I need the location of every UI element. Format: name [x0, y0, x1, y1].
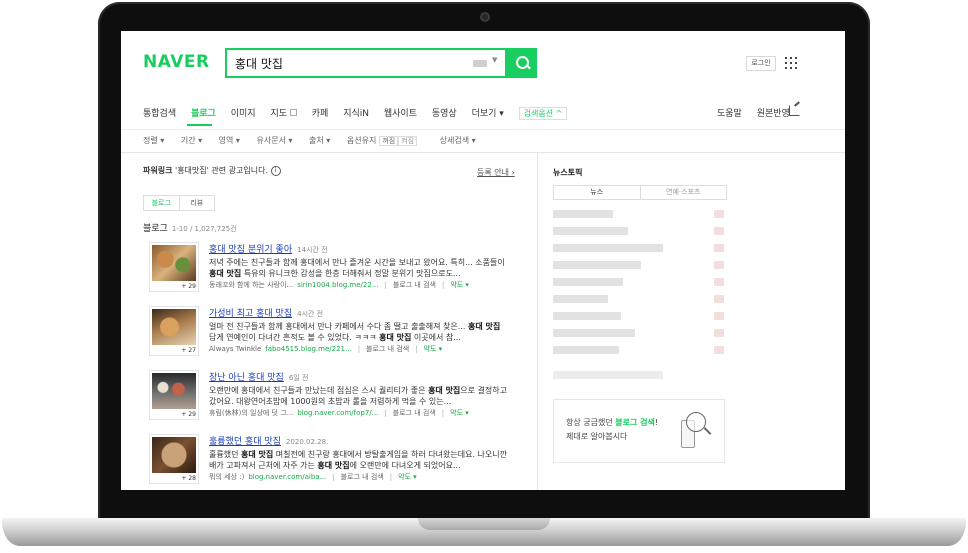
- tab-entertainment-sports[interactable]: 연예·스포츠: [641, 186, 727, 199]
- filter-similar[interactable]: 유사문서 ▾: [256, 136, 292, 145]
- filter-area[interactable]: 영역 ▾: [219, 136, 240, 145]
- result-meta: 뭐의 세상 :) blog.naver.com/aiba... | 블로그 내 검색 |…: [209, 473, 417, 481]
- tab-website[interactable]: 웹사이트: [384, 106, 417, 119]
- register-link[interactable]: 등록 안내 ›: [477, 167, 515, 178]
- search-options-toggle[interactable]: 검색옵션 ^: [518, 107, 568, 120]
- filter-detail[interactable]: 상세검색 ▾: [440, 136, 476, 145]
- tab-news[interactable]: 뉴스: [554, 186, 641, 199]
- tab-image[interactable]: 이미지: [231, 106, 256, 119]
- original-link[interactable]: 원본반영: [757, 109, 790, 119]
- map-checkbox-icon: [289, 109, 297, 116]
- map-link[interactable]: 약도 ▾: [450, 281, 469, 289]
- login-button[interactable]: 로그인: [746, 56, 776, 71]
- result-snippet: 훌륭했던 홍대 맛집 며칠전에 친구랑 홍대에서 방탈출게임을 하러 다녀왔는데…: [209, 450, 507, 470]
- magnifier-icon: [686, 412, 706, 432]
- filter-keep-option: 옵션유지: [346, 136, 377, 145]
- blurred-news-item[interactable]: [553, 329, 635, 337]
- option-on-chip[interactable]: 켜짐: [398, 136, 418, 146]
- apps-grid-icon[interactable]: [785, 57, 797, 69]
- blog-result-item: + 29 장난 아닌 홍대 맛집 6일 전 오랜만에 홍대에서 친구들과 만났는데…: [149, 370, 529, 430]
- tab-integrated[interactable]: 통합검색: [143, 106, 176, 119]
- result-title[interactable]: 가성비 최고 홍대 맛집: [209, 309, 292, 319]
- naver-logo[interactable]: NAVER: [143, 52, 210, 72]
- filter-sort[interactable]: 정렬 ▾: [143, 136, 164, 145]
- map-link[interactable]: 약도 ▾: [398, 473, 417, 481]
- autocomplete-toggle-icon[interactable]: ▼: [492, 56, 497, 64]
- result-thumbnail[interactable]: + 28: [149, 434, 199, 484]
- blog-section-header: 블로그 1-10 / 1,027,725건: [143, 224, 237, 234]
- result-meta: 동래꼬와 함께 하는 사랑이... sirin1004.blog.me/22...…: [209, 281, 469, 289]
- laptop-notch: [418, 518, 550, 530]
- blurred-news-item[interactable]: [553, 261, 641, 269]
- tab-more[interactable]: 더보기 ▾: [472, 106, 504, 119]
- result-meta: Always Twinkle fabo4515.blog.me/221... | 블로…: [209, 345, 443, 353]
- webcam: [480, 12, 490, 22]
- info-icon[interactable]: i: [270, 165, 281, 176]
- tab-kin[interactable]: 지식iN: [343, 106, 369, 119]
- active-tab-underline: [187, 124, 212, 126]
- newstopic-title: 뉴스토픽: [553, 168, 583, 177]
- map-link[interactable]: 약도 ▾: [424, 345, 443, 353]
- keyboard-icon[interactable]: [473, 60, 487, 67]
- divider: [121, 129, 845, 130]
- subtab-review[interactable]: 리뷰: [180, 196, 215, 210]
- blurred-news-item[interactable]: [553, 227, 628, 235]
- blurred-news-item[interactable]: [553, 244, 663, 252]
- tab-cafe[interactable]: 카페: [312, 106, 329, 119]
- newstopic-tabs: 뉴스 연예·스포츠: [553, 185, 727, 200]
- filter-period[interactable]: 기간 ▾: [181, 136, 202, 145]
- blurred-news-item[interactable]: [553, 210, 613, 218]
- help-link[interactable]: 도움말: [717, 109, 742, 119]
- result-thumbnail[interactable]: + 27: [149, 306, 199, 356]
- blurred-news-item[interactable]: [553, 346, 619, 354]
- filter-source[interactable]: 출처 ▾: [309, 136, 330, 145]
- result-snippet: 얼마 전 친구들과 함께 홍대에서 만나 카페에서 수다 좀 떨고 출출해져 찾…: [209, 322, 501, 342]
- subtab-blog[interactable]: 블로그: [144, 196, 180, 210]
- result-snippet: 저녁 주에는 친구들과 함께 홍대에서 만나 즐겨운 시간을 보내고 왔어요. …: [209, 258, 505, 278]
- search-button[interactable]: [507, 48, 537, 78]
- blurred-news-item[interactable]: [553, 295, 608, 303]
- tab-map[interactable]: 지도: [270, 106, 297, 119]
- blurred-news-item[interactable]: [553, 371, 663, 379]
- tab-video[interactable]: 동영상: [432, 106, 457, 119]
- browser-screen: NAVER 홍대 맛집 ▼ 로그인 통합검색 블로그 이미지 지도 카페 지식i…: [121, 31, 845, 490]
- blog-subtabs: 블로그 리뷰: [143, 195, 215, 211]
- blog-result-item: + 28 훌륭했던 홍대 맛집 2020.02.28. 훌륭했던 홍대 맛집 며칠…: [149, 434, 529, 490]
- filter-bar: 정렬 ▾ 기간 ▾ 영역 ▾ 유사문서 ▾ 출처 ▾ 옵션유지 꺼짐 켜짐 상세검색…: [143, 135, 490, 146]
- map-link[interactable]: 약도 ▾: [450, 409, 469, 417]
- powerlink-label: 파워링크 '홍대맛집' 관련 광고입니다. i: [143, 165, 281, 176]
- blurred-news-item[interactable]: [553, 278, 623, 286]
- result-thumbnail[interactable]: + 29: [149, 242, 199, 292]
- sidebar: 뉴스토픽 뉴스 연예·스포츠 항상 궁금했던 블로그 검색! 제대로 알아봅시다: [538, 153, 845, 490]
- result-title[interactable]: 장난 아닌 홍대 맛집: [209, 373, 284, 383]
- blog-result-item: + 27 가성비 최고 홍대 맛집 4시간 전 얼마 전 친구들과 함께 홍대에서…: [149, 306, 529, 366]
- search-tabs: 통합검색 블로그 이미지 지도 카페 지식iN 웹사이트 동영상 더보기 ▾ 검…: [143, 106, 579, 120]
- result-title[interactable]: 훌륭했던 홍대 맛집: [209, 437, 281, 447]
- option-off-chip[interactable]: 꺼짐: [379, 136, 399, 146]
- blurred-news-item[interactable]: [553, 312, 621, 320]
- share-icon[interactable]: [789, 105, 800, 116]
- result-snippet: 오랜만에 홍대에서 친구들과 만났는데 점심은 스시 퀄리티가 좋은 홍대 맛집…: [209, 386, 507, 406]
- result-meta: 휴림(休林)의 일상에 덧 그... blog.naver.com/fop7/..…: [209, 409, 469, 417]
- search-input[interactable]: 홍대 맛집 ▼: [225, 48, 507, 78]
- search-query[interactable]: 홍대 맛집: [235, 55, 283, 72]
- result-thumbnail[interactable]: + 29: [149, 370, 199, 420]
- blog-search-promo[interactable]: 항상 궁금했던 블로그 검색! 제대로 알아봅시다: [553, 399, 725, 463]
- blog-result-item: + 29 홍대 맛집 분위기 좋아 14시간 전 저녁 주에는 친구들과 함께 홍…: [149, 242, 529, 302]
- result-title[interactable]: 홍대 맛집 분위기 좋아: [209, 245, 292, 255]
- results-column: 파워링크 '홍대맛집' 관련 광고입니다. i 등록 안내 › 블로그 리뷰 블…: [121, 153, 537, 490]
- tab-blog[interactable]: 블로그: [191, 106, 216, 119]
